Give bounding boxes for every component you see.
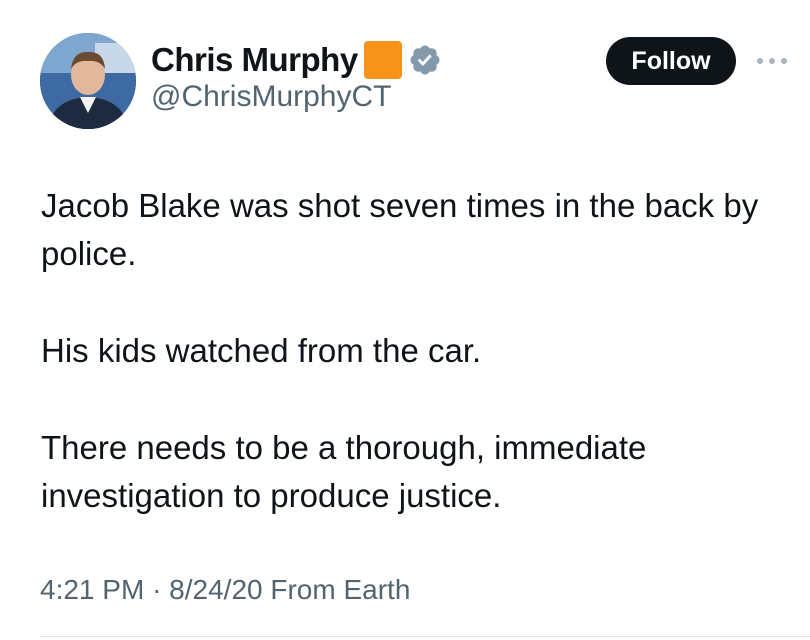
orange-square-emoji-icon [363, 41, 402, 79]
avatar-image [40, 33, 136, 129]
tweet-paragraph: Jacob Blake was shot seven times in the … [41, 187, 759, 272]
tweet-meta: 4:21 PM · 8/24/20 From Earth [40, 574, 410, 606]
tweet-paragraph: There needs to be a thorough, immediate … [41, 429, 647, 514]
tweet-paragraph: His kids watched from the car. [41, 332, 482, 369]
tweet-location: From Earth [270, 574, 411, 605]
avatar[interactable] [40, 33, 136, 129]
author-display-name[interactable]: Chris Murphy [151, 41, 358, 79]
tweet-card: Chris Murphy @ChrisMurphyCT Follow Jacob… [0, 0, 810, 640]
verified-badge-icon [410, 45, 440, 75]
tweet-time[interactable]: 4:21 PM [40, 574, 144, 605]
author-name-row: Chris Murphy [151, 38, 442, 82]
tweet-text: Jacob Blake was shot seven times in the … [41, 182, 791, 520]
more-options-icon [757, 58, 787, 64]
follow-button[interactable]: Follow [606, 37, 736, 85]
meta-separator: · [152, 574, 162, 605]
author-handle[interactable]: @ChrisMurphyCT [151, 80, 391, 114]
tweet-date[interactable]: 8/24/20 [169, 574, 262, 605]
more-options-button[interactable] [752, 47, 792, 75]
divider [40, 636, 810, 637]
